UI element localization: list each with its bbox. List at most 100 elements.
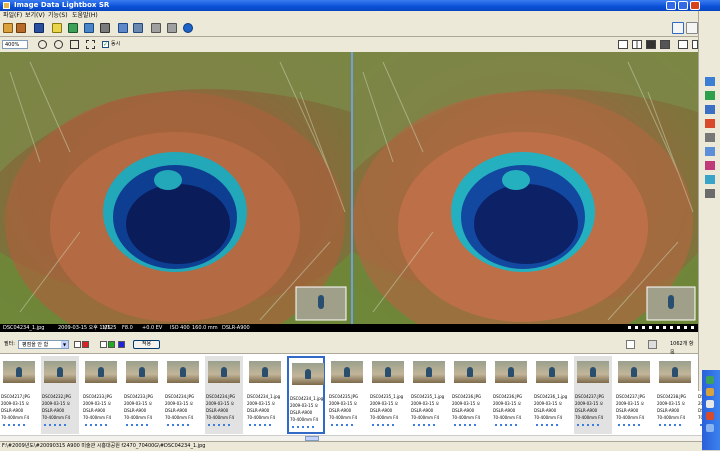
apply-filter-button[interactable]: 적용	[133, 340, 160, 349]
rating-dots[interactable]	[208, 424, 230, 426]
layout-split-icon[interactable]	[632, 40, 642, 49]
filmstrip-item[interactable]: DSC04235_1.jpg 2009-03-15 오 DSLR-A900 70-40…	[369, 356, 407, 434]
rating-filter-select[interactable]: 평점을 안 함 ▼	[18, 340, 69, 349]
filmstrip-camera: DSLR-A900	[247, 408, 270, 413]
rating-dots[interactable]	[536, 424, 558, 426]
filmstrip-camera: DSLR-A900	[83, 408, 106, 413]
label-green-box[interactable]	[108, 341, 115, 348]
filmstrip-item[interactable]: DSC04238.JPG 2009-03-15 오 DSLR-A900 70-400m…	[656, 356, 694, 434]
right-image-viewer[interactable]	[353, 52, 698, 324]
settings-side-icon[interactable]	[705, 189, 715, 198]
media-icon[interactable]	[705, 119, 715, 128]
rating-dots[interactable]	[249, 424, 271, 426]
about-icon[interactable]	[183, 23, 193, 33]
label-blue-box[interactable]	[118, 341, 125, 348]
export-icon[interactable]	[133, 23, 143, 33]
zoom-in-icon[interactable]	[38, 40, 47, 49]
filmstrip-item[interactable]: DSC04233.JPG 2009-03-15 오 DSLR-A900 70-400m…	[82, 356, 120, 434]
zoom-select[interactable]: 400%	[2, 40, 28, 49]
menu-help[interactable]: 도움말(H)	[72, 11, 98, 20]
filmstrip-item[interactable]: DSC04237.JPG 2009-03-15 오 DSLR-A900 70-400m…	[615, 356, 653, 434]
menu-file[interactable]: 파일(F)	[3, 11, 22, 20]
label-white-box[interactable]	[74, 341, 81, 348]
settings-icon[interactable]	[118, 23, 128, 33]
save-icon[interactable]	[34, 23, 44, 33]
thumb-size-icon[interactable]	[626, 340, 635, 349]
layout-quad-icon[interactable]	[660, 40, 670, 49]
filter-label: 필터:	[4, 341, 15, 347]
filmstrip-item[interactable]: DSC04236.JPG 2009-03-15 오 DSLR-A900 70-400m…	[492, 356, 530, 434]
filmstrip-item[interactable]: DSC04236.JPG 2009-03-15 오 DSLR-A900 70-400m…	[451, 356, 489, 434]
fit-icon[interactable]	[70, 40, 79, 49]
tray-volume-icon[interactable]	[706, 388, 714, 396]
network-icon[interactable]	[705, 175, 715, 184]
maximize-button[interactable]	[678, 1, 688, 10]
filmstrip-item[interactable]: DSC04217.JPG 2009-03-15 오 DSLR-A900 70-400m…	[0, 356, 38, 434]
mail-icon[interactable]	[705, 105, 715, 114]
layout-single-icon[interactable]	[618, 40, 628, 49]
tray-update-icon[interactable]	[706, 412, 714, 420]
rating-dots[interactable]	[659, 424, 681, 426]
rating-dots[interactable]	[126, 424, 148, 426]
sync-checkbox[interactable]: ✓	[102, 41, 109, 48]
rating-dots[interactable]	[292, 426, 314, 428]
filmstrip-item[interactable]: DSC04234.JPG 2009-03-15 오 DSLR-A900 70-400m…	[205, 356, 243, 434]
filmstrip-date: 2009-03-15 오	[124, 401, 153, 406]
app-launch-icon[interactable]	[705, 161, 715, 170]
close-button[interactable]	[690, 1, 700, 10]
filmstrip-item[interactable]: DSC04234_1.jpg 2009-03-15 오 DSLR-A900 70-40…	[287, 356, 325, 434]
grid-view-icon[interactable]	[672, 22, 684, 34]
rating-dots[interactable]	[454, 424, 476, 426]
edit-icon[interactable]	[52, 23, 62, 33]
rating-dots[interactable]	[167, 424, 189, 426]
label-red-box[interactable]	[82, 341, 89, 348]
single-view-icon[interactable]	[686, 22, 698, 34]
filmstrip-item[interactable]: DSC04233.JPG 2009-03-15 오 DSLR-A900 70-400m…	[123, 356, 161, 434]
filmstrip-item[interactable]: DSC04235_1.jpg 2009-03-15 오 DSLR-A900 70-40…	[410, 356, 448, 434]
filmstrip-date: 2009-03-15 오	[329, 401, 358, 406]
status-nav-dots[interactable]	[628, 326, 694, 329]
filmstrip-item[interactable]: DSC04235.JPG 2009-03-15 오 DSLR-A900 70-400m…	[328, 356, 366, 434]
rotate-left-icon[interactable]	[151, 23, 161, 33]
menu-function[interactable]: 기능(S)	[48, 11, 68, 20]
filmstrip-lens: 70-400mm F4	[370, 415, 399, 420]
tools-icon[interactable]	[705, 133, 715, 142]
rating-dots[interactable]	[44, 424, 66, 426]
rating-dots[interactable]	[495, 424, 517, 426]
actual-size-icon[interactable]	[86, 40, 95, 49]
folder-icon[interactable]	[16, 23, 26, 33]
fullscreen-icon[interactable]	[678, 40, 688, 49]
layout-dark-icon[interactable]	[646, 40, 656, 49]
open-folder-icon[interactable]	[3, 23, 13, 33]
filmstrip-item[interactable]: DSC04234_1.jpg 2009-03-15 오 DSLR-A900 70-40…	[246, 356, 284, 434]
filmstrip-item[interactable]: DSC04237.JPG 2009-03-15 오 DSLR-A900 70-400m…	[574, 356, 612, 434]
rating-dots[interactable]	[413, 424, 435, 426]
rating-dots[interactable]	[372, 424, 394, 426]
rating-dots[interactable]	[577, 424, 599, 426]
list-view-icon[interactable]	[648, 340, 657, 349]
rotate-right-icon[interactable]	[167, 23, 177, 33]
zoom-out-icon[interactable]	[54, 40, 63, 49]
filmstrip-date: 2009-03-15 오	[452, 401, 481, 406]
compare-icon[interactable]	[100, 23, 110, 33]
messenger-icon[interactable]	[705, 91, 715, 100]
rating-dots[interactable]	[618, 424, 640, 426]
rating-dots[interactable]	[85, 424, 107, 426]
explorer-icon[interactable]	[705, 147, 715, 156]
slideshow-icon[interactable]	[84, 23, 94, 33]
minimize-button[interactable]	[666, 1, 676, 10]
label-white-box-2[interactable]	[100, 341, 107, 348]
tray-network-icon[interactable]	[706, 376, 714, 384]
rating-dots[interactable]	[3, 424, 25, 426]
tray-security-icon[interactable]	[706, 400, 714, 408]
info-icon[interactable]	[68, 23, 78, 33]
filmstrip-item[interactable]: DSC04234.JPG 2009-03-15 오 DSLR-A900 70-400m…	[164, 356, 202, 434]
menu-view[interactable]: 보기(V)	[25, 11, 45, 20]
rating-dots[interactable]	[331, 424, 353, 426]
filmstrip-item[interactable]: DSC04236_1.jpg 2009-03-15 오 DSLR-A900 70-40…	[533, 356, 571, 434]
filmstrip-item[interactable]: DSC04232.JPG 2009-03-15 오 DSLR-A900 70-400m…	[41, 356, 79, 434]
left-image-viewer[interactable]	[0, 52, 351, 324]
tray-ime-icon[interactable]	[706, 424, 714, 432]
sync-checkbox-label: 동시	[111, 41, 121, 47]
ie-icon[interactable]	[705, 77, 715, 86]
